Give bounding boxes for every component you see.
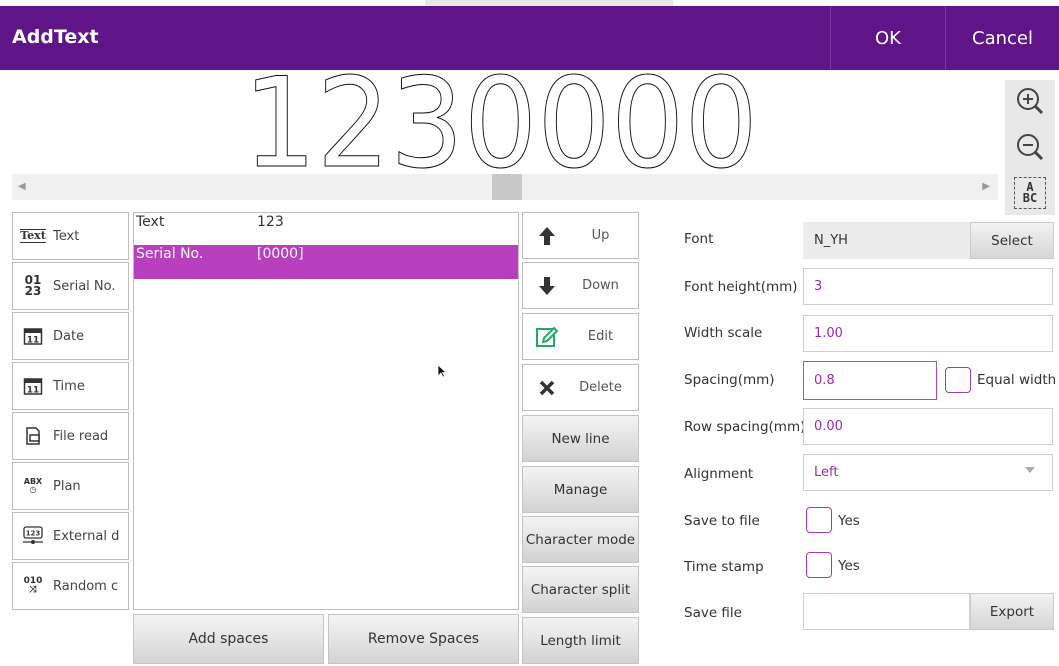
add-spaces-button[interactable]: Add spaces <box>133 614 324 664</box>
type-random[interactable]: 010 ⤨ Random c <box>12 562 129 610</box>
chevron-down-icon[interactable] <box>1025 467 1035 473</box>
time-stamp-checkbox[interactable] <box>806 552 832 578</box>
export-button[interactable]: Export <box>970 593 1054 630</box>
ok-button[interactable]: OK <box>830 6 946 70</box>
font-select-button[interactable]: Select <box>970 222 1054 259</box>
preview-svg: 1230000 <box>243 70 759 174</box>
dialog-title: AddText <box>12 26 99 48</box>
width-scale-input[interactable]: 1.00 <box>803 315 1053 352</box>
text-icon: Text <box>20 229 46 243</box>
zoom-toolbar: A BC <box>1005 80 1055 215</box>
character-mode-button[interactable]: Character mode <box>522 516 639 563</box>
down-button[interactable]: Down <box>522 262 639 309</box>
save-to-file-label: Save to file <box>684 513 760 529</box>
save-to-file-yes-label: Yes <box>838 513 860 529</box>
type-file-read[interactable]: File read <box>12 412 129 460</box>
width-scale-label: Width scale <box>684 325 763 341</box>
svg-text:11: 11 <box>27 336 40 346</box>
remove-spaces-button[interactable]: Remove Spaces <box>328 614 519 664</box>
new-line-button[interactable]: New line <box>522 415 639 462</box>
scroll-left-icon[interactable]: ◀ <box>18 181 26 192</box>
font-height-label: Font height(mm) <box>684 279 798 295</box>
equal-width-label: Equal width <box>977 372 1057 388</box>
date-calendar-icon: 11 <box>13 326 53 346</box>
delete-button[interactable]: Delete <box>522 364 639 411</box>
spacing-label: Spacing(mm) <box>684 372 775 388</box>
cancel-button[interactable]: Cancel <box>946 6 1059 70</box>
alignment-label: Alignment <box>684 466 754 482</box>
file-read-icon <box>13 426 53 446</box>
serial-number-icon: 01 23 <box>24 273 42 298</box>
character-split-button[interactable]: Character split <box>522 566 639 613</box>
font-field: N_YH <box>803 222 970 259</box>
zoom-out-icon[interactable] <box>1013 130 1047 164</box>
save-file-input[interactable] <box>803 593 970 630</box>
font-height-input[interactable]: 3 <box>803 268 1053 305</box>
text-preview: 1230000 <box>0 70 1003 174</box>
list-item-selected[interactable]: Serial No. [0000] <box>134 245 518 279</box>
svg-text:123: 123 <box>26 530 41 538</box>
row-spacing-input[interactable]: 0.00 <box>803 408 1053 445</box>
list-item[interactable]: Text 123 <box>134 213 518 247</box>
edit-button[interactable]: Edit <box>522 313 639 360</box>
mouse-pointer-icon <box>437 363 448 382</box>
time-calendar-icon: 11 <box>13 376 53 396</box>
save-to-file-checkbox[interactable] <box>806 507 832 533</box>
equal-width-checkbox[interactable] <box>945 367 971 393</box>
random-icon: 010 ⤨ <box>23 576 43 595</box>
row-spacing-label: Row spacing(mm) <box>684 419 806 435</box>
spacing-input[interactable]: 0.8 <box>803 361 937 400</box>
preview-text: 1230000 <box>243 70 758 174</box>
save-file-label: Save file <box>684 605 742 621</box>
edit-pencil-icon <box>523 325 571 349</box>
manage-button[interactable]: Manage <box>522 466 639 513</box>
zoom-in-icon[interactable] <box>1013 84 1047 118</box>
arrow-down-icon <box>523 276 571 296</box>
type-time[interactable]: 11 Time <box>12 362 129 410</box>
alignment-select[interactable]: Left <box>803 454 1053 491</box>
element-list: Text 123 Serial No. [0000] <box>133 212 519 610</box>
type-text[interactable]: Text Text <box>12 212 129 260</box>
title-bar: AddText OK Cancel <box>0 6 1059 70</box>
fit-text-icon[interactable]: A BC <box>1013 176 1047 210</box>
external-data-icon: 123 <box>13 526 53 546</box>
scroll-right-icon[interactable]: ▶ <box>982 181 990 192</box>
time-stamp-label: Time stamp <box>684 559 764 575</box>
length-limit-button[interactable]: Length limit <box>522 617 639 664</box>
plan-icon: ABX ◷ <box>23 477 43 494</box>
add-text-dialog: AddText OK Cancel 1230000 A BC ◀ ▶ Text T… <box>0 0 1059 666</box>
scroll-thumb[interactable] <box>492 174 522 200</box>
time-stamp-yes-label: Yes <box>838 558 860 574</box>
delete-x-icon <box>523 380 571 396</box>
font-label: Font <box>684 231 714 247</box>
arrow-up-icon <box>523 226 571 246</box>
svg-text:11: 11 <box>27 386 40 396</box>
up-button[interactable]: Up <box>522 212 639 259</box>
type-date[interactable]: 11 Date <box>12 312 129 360</box>
type-serial-no[interactable]: 01 23 Serial No. <box>12 262 129 310</box>
type-external-data[interactable]: 123 External d <box>12 512 129 560</box>
preview-scrollbar[interactable]: ◀ ▶ <box>12 174 998 200</box>
type-plan[interactable]: ABX ◷ Plan <box>12 462 129 510</box>
